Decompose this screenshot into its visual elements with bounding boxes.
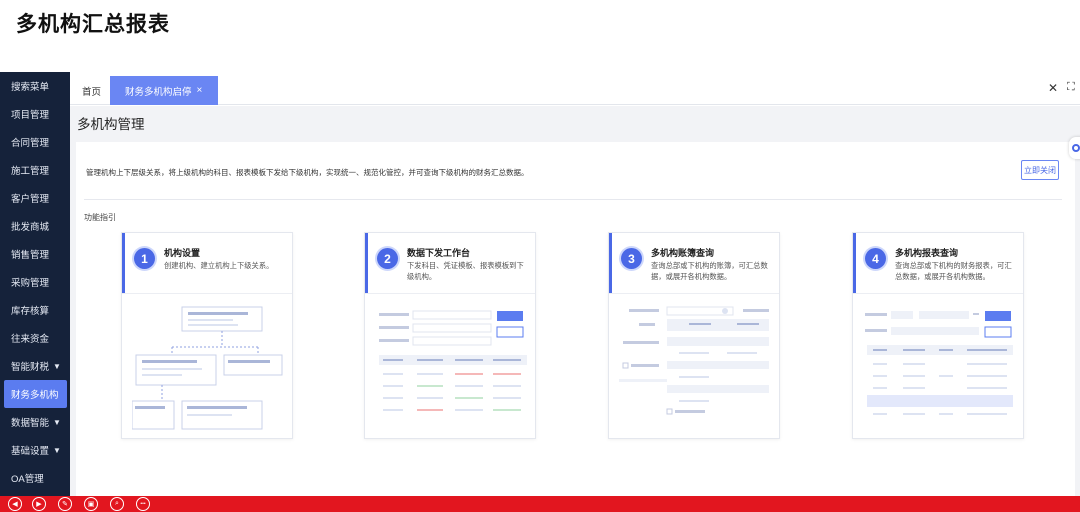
sidebar-item-funds[interactable]: 往来资金 xyxy=(0,324,70,352)
intro-text: 管理机构上下层级关系，将上级机构的科目、报表模板下发给下级机构，实现统一、规范化… xyxy=(86,168,529,177)
caret-down-icon: ▼ xyxy=(53,417,61,427)
card-desc: 创建机构、建立机构上下级关系。 xyxy=(164,261,274,270)
card-desc: 下发科目、凭证模板、报表模板到下级机构。 xyxy=(407,261,524,281)
guide-label: 功能指引 xyxy=(84,213,116,222)
org-tree-illustration xyxy=(132,306,283,430)
report-query-illustration xyxy=(865,311,1013,415)
guide-card-ledger-query[interactable]: 3 多机构账簿查询 查询总部或下机构的账簿，可汇总数据，或展开各机构数据。 xyxy=(608,232,780,439)
prev-icon[interactable]: ◀ xyxy=(8,497,22,511)
floating-helper-icon[interactable] xyxy=(1069,137,1080,159)
divider xyxy=(609,293,779,294)
caret-down-icon: ▼ xyxy=(53,361,61,371)
guide-card-org-setup[interactable]: 1 机构设置 创建机构、建立机构上下级关系。 xyxy=(121,232,293,439)
divider xyxy=(84,199,1062,200)
caret-down-icon: ▼ xyxy=(53,445,61,455)
tab-bar: 首页 财务多机构启停 × ✕ ⛶ xyxy=(70,72,1080,105)
content-panel: 管理机构上下层级关系，将上级机构的科目、报表模板下发给下级机构，实现统一、规范化… xyxy=(76,142,1075,496)
step-number: 4 xyxy=(865,248,886,269)
step-number: 2 xyxy=(377,248,398,269)
sidebar-item-oa[interactable]: OA管理 xyxy=(0,464,70,492)
sidebar-item-data-intel[interactable]: 数据智能 ▼ xyxy=(0,408,70,436)
sidebar: 搜索菜单 项目管理 合同管理 施工管理 客户管理 批发商城 销售管理 采购管理 … xyxy=(0,72,70,496)
close-icon[interactable]: × xyxy=(197,85,203,96)
sidebar-item-customers[interactable]: 客户管理 xyxy=(0,184,70,212)
card-desc: 查询总部或下机构的账簿，可汇总数据，或展开各机构数据。 xyxy=(651,261,768,281)
zoom-icon[interactable]: ⌕ xyxy=(110,497,124,511)
sidebar-item-projects[interactable]: 项目管理 xyxy=(0,100,70,128)
dispatch-form-illustration xyxy=(379,310,527,411)
tab-home[interactable]: 首页 xyxy=(82,76,101,105)
sidebar-item-contracts[interactable]: 合同管理 xyxy=(0,128,70,156)
fullscreen-icon[interactable]: ⛶ xyxy=(1067,81,1075,94)
sidebar-item-search[interactable]: 搜索菜单 xyxy=(0,72,70,100)
card-desc: 查询总部或下机构的财务报表，可汇总数据，或展开各机构数据。 xyxy=(895,261,1012,281)
sidebar-item-multi-org[interactable]: 财务多机构 xyxy=(4,380,67,408)
page-heading: 多机构汇总报表 xyxy=(16,13,170,36)
ledger-query-illustration xyxy=(619,306,769,415)
presentation-toolbar: ◀ ▶ ✎ ▣ ⌕ ••• xyxy=(0,496,1080,512)
sidebar-item-wholesale[interactable]: 批发商城 xyxy=(0,212,70,240)
more-icon[interactable]: ••• xyxy=(136,497,150,511)
step-number: 3 xyxy=(621,248,642,269)
pen-icon[interactable]: ✎ xyxy=(58,497,72,511)
sidebar-item-inventory[interactable]: 库存核算 xyxy=(0,296,70,324)
sidebar-item-purchasing[interactable]: 采购管理 xyxy=(0,268,70,296)
divider xyxy=(853,293,1023,294)
card-title: 机构设置 xyxy=(164,248,201,258)
card-title: 多机构报表查询 xyxy=(895,248,959,258)
tab-label: 财务多机构启停 xyxy=(125,86,192,98)
guide-card-report-query[interactable]: 4 多机构报表查询 查询总部或下机构的财务报表，可汇总数据，或展开各机构数据。 xyxy=(852,232,1024,439)
card-title: 多机构账簿查询 xyxy=(651,248,715,258)
divider xyxy=(122,293,292,294)
sidebar-item-settings[interactable]: 基础设置 ▼ xyxy=(0,436,70,464)
tab-multi-org[interactable]: 财务多机构启停 × xyxy=(110,76,218,105)
sidebar-item-smart-tax[interactable]: 智能财税 ▼ xyxy=(0,352,70,380)
step-number: 1 xyxy=(134,248,155,269)
page-title: 多机构管理 xyxy=(77,117,145,132)
main-content: 多机构管理 管理机构上下层级关系，将上级机构的科目、报表模板下发给下级机构，实现… xyxy=(70,106,1080,496)
sidebar-item-construction[interactable]: 施工管理 xyxy=(0,156,70,184)
card-title: 数据下发工作台 xyxy=(407,248,471,258)
slides-icon[interactable]: ▣ xyxy=(84,497,98,511)
next-icon[interactable]: ▶ xyxy=(32,497,46,511)
sidebar-item-sales[interactable]: 销售管理 xyxy=(0,240,70,268)
divider xyxy=(365,293,535,294)
close-now-button[interactable]: 立即关闭 xyxy=(1021,160,1059,180)
guide-card-data-dispatch[interactable]: 2 数据下发工作台 下发科目、凭证模板、报表模板到下级机构。 xyxy=(364,232,536,439)
close-icon[interactable]: ✕ xyxy=(1048,81,1058,95)
